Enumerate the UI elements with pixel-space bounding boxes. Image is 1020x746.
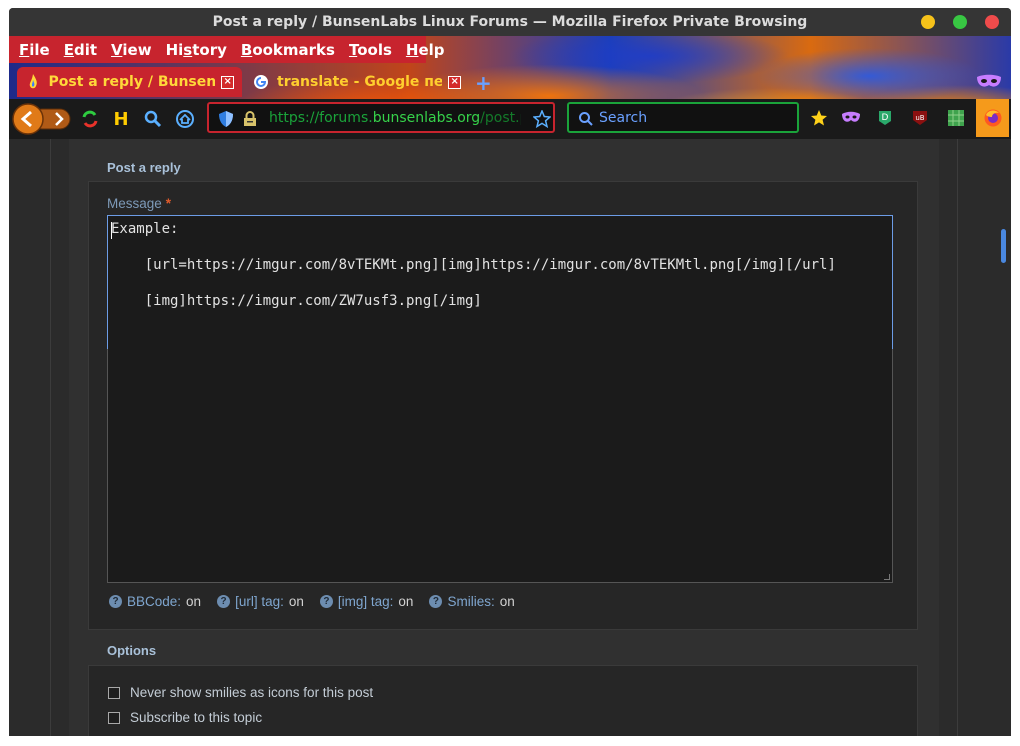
ublock-origin-icon[interactable]: uB — [909, 107, 931, 129]
help-icon[interactable]: ? — [429, 595, 443, 608]
smilies-info: ? Smilies: on — [429, 594, 515, 609]
tab-label: translate - Google переводчик — [277, 74, 443, 90]
tab-translate[interactable]: translate - Google переводчик × — [245, 67, 469, 97]
close-tab-icon[interactable]: × — [221, 75, 234, 89]
formatting-info: ? BBCode: on ? [url] tag: on ? [img] tag… — [109, 594, 531, 609]
textarea-focus-ring — [107, 215, 893, 349]
subscribe-checkbox[interactable] — [108, 711, 120, 724]
google-icon — [253, 74, 269, 90]
svg-text:D: D — [882, 113, 889, 123]
close-button[interactable] — [985, 15, 999, 29]
url-tag-info: ? [url] tag: on — [217, 594, 304, 609]
menu-help[interactable]: Help — [406, 41, 445, 59]
search-input[interactable]: Search — [599, 110, 647, 126]
firefox-icon — [984, 109, 1001, 127]
url-bar[interactable]: https://forums.bunsenlabs.org/post.php?t… — [207, 102, 555, 133]
url-tag-link[interactable]: [url] tag: — [235, 594, 284, 609]
lock-icon[interactable] — [239, 108, 261, 130]
navigation-toolbar: H https://forums.bunsenlabs.org/post.php… — [9, 99, 1011, 139]
back-forward-buttons — [12, 103, 73, 135]
svg-text:uB: uB — [915, 114, 924, 122]
right-rail — [957, 139, 958, 736]
private-browsing-mask-icon — [975, 73, 1003, 95]
menu-bookmarks[interactable]: Bookmarks — [241, 41, 335, 59]
page-scrollbar[interactable] — [997, 139, 1011, 736]
bunsenlabs-flame-icon — [25, 74, 41, 90]
shield-icon[interactable] — [215, 108, 237, 130]
extension-green-icon[interactable]: D — [874, 107, 896, 129]
message-line: [img]https://imgur.com/ZW7usf3.png[/img] — [111, 293, 482, 309]
bbcode-link[interactable]: BBCode: — [127, 594, 181, 609]
url-tag-value: on — [288, 594, 304, 609]
help-icon[interactable]: ? — [319, 595, 333, 608]
maximize-button[interactable] — [953, 15, 967, 29]
minimize-button[interactable] — [921, 15, 935, 29]
help-icon[interactable]: ? — [109, 595, 122, 608]
history-h-icon[interactable]: H — [110, 108, 132, 130]
bbcode-value: on — [186, 594, 202, 609]
private-mask-icon[interactable] — [840, 107, 862, 129]
bbcode-info: ? BBCode: on — [109, 594, 201, 609]
left-rail — [50, 139, 51, 736]
url-text[interactable]: https://forums.bunsenlabs.org/post.php?t… — [269, 110, 521, 126]
reload-icon[interactable] — [79, 108, 101, 130]
search-bar[interactable]: Search — [567, 102, 799, 133]
options-panel — [88, 665, 918, 736]
window-controls — [921, 15, 999, 29]
window-title: Post a reply / BunsenLabs Linux Forums —… — [212, 14, 808, 30]
window-titlebar[interactable]: Post a reply / BunsenLabs Linux Forums —… — [9, 8, 1011, 36]
message-label: Message * — [107, 196, 172, 211]
bookmark-star-icon[interactable] — [531, 108, 553, 130]
tab-bar: Post a reply / BunsenLab × translate - G… — [9, 63, 1011, 99]
bookmarks-star-icon[interactable] — [808, 107, 830, 129]
post-reply-heading: Post a reply — [107, 160, 181, 175]
help-icon[interactable]: ? — [217, 595, 231, 608]
browser-chrome: File Edit View History Bookmarks Tools H… — [9, 36, 1011, 139]
option-label: Never show smilies as icons for this pos… — [130, 685, 374, 700]
required-marker: * — [165, 196, 172, 211]
menu-view[interactable]: View — [111, 41, 152, 59]
tab-label: Post a reply / BunsenLab — [48, 74, 216, 90]
img-tag-link[interactable]: [img] tag: — [338, 594, 394, 609]
new-tab-icon[interactable]: + — [475, 71, 492, 95]
message-line: Example: — [111, 221, 179, 237]
never-show-smilies-checkbox[interactable] — [108, 686, 120, 699]
search-icon — [575, 108, 597, 130]
menu-history[interactable]: History — [166, 41, 227, 59]
smilies-link[interactable]: Smilies: — [447, 594, 494, 609]
close-tab-icon[interactable]: × — [448, 75, 461, 89]
menu-tools[interactable]: Tools — [349, 41, 392, 59]
scrollbar-thumb[interactable] — [1001, 229, 1006, 263]
option-label: Subscribe to this topic — [130, 710, 263, 725]
message-textarea[interactable]: Example: [url=https://imgur.com/8vTEKMt.… — [107, 215, 893, 583]
smilies-value: on — [499, 594, 515, 609]
page-content: Post a reply Message * Example: [url=http… — [9, 139, 1011, 736]
firefox-window: Post a reply / BunsenLabs Linux Forums —… — [9, 8, 1011, 736]
firefox-menu-button[interactable] — [976, 99, 1009, 137]
option-subscribe[interactable]: Subscribe to this topic — [108, 710, 262, 725]
img-tag-value: on — [398, 594, 414, 609]
img-tag-info: ? [img] tag: on — [319, 594, 414, 609]
tab-post-a-reply[interactable]: Post a reply / BunsenLab × — [17, 67, 242, 97]
search-magnifier-icon[interactable] — [142, 108, 164, 130]
extension-grid-icon[interactable] — [945, 107, 967, 129]
menubar: File Edit View History Bookmarks Tools H… — [9, 36, 445, 63]
menu-file[interactable]: File — [19, 41, 50, 59]
home-icon[interactable] — [174, 108, 196, 130]
menu-edit[interactable]: Edit — [64, 41, 97, 59]
message-line: [url=https://imgur.com/8vTEKMt.png][img]… — [111, 257, 836, 273]
options-heading: Options — [107, 643, 157, 658]
resize-handle[interactable] — [884, 574, 890, 580]
option-never-show-smilies[interactable]: Never show smilies as icons for this pos… — [108, 685, 373, 700]
